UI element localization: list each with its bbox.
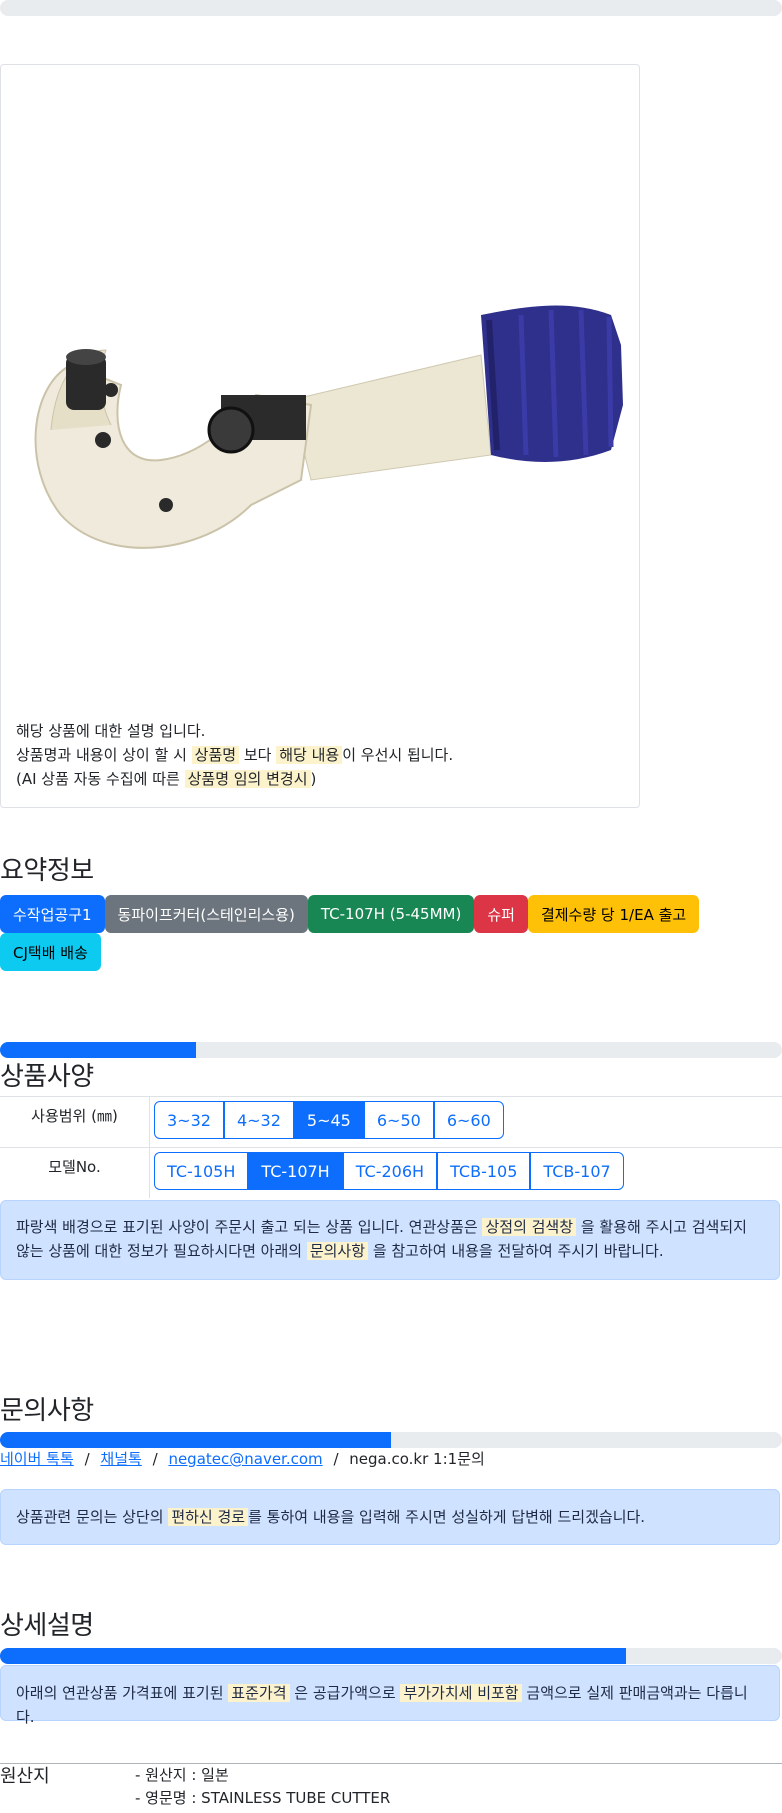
range-option-3-32[interactable]: 3~32	[154, 1101, 224, 1139]
origin-label: 원산지	[0, 1766, 50, 1787]
spec-row-range: 사용범위 (㎜) 3~32 4~32 5~45 6~50 6~60	[0, 1097, 782, 1148]
model-option-tcb-107[interactable]: TCB-107	[530, 1152, 624, 1190]
model-label: 모델No.	[0, 1148, 150, 1198]
detail-title: 상세설명	[0, 1611, 94, 1641]
inquiry-notice: 상품관련 문의는 상단의 편하신 경로 를 통하여 내용을 입력해 주시면 성실하…	[0, 1489, 780, 1545]
range-option-4-32[interactable]: 4~32	[223, 1101, 294, 1139]
detail-progress-bar	[0, 1648, 782, 1664]
badge-quantity: 결제수량 당 1/EA 출고	[527, 895, 700, 933]
summary-title: 요약정보	[0, 856, 94, 886]
badge-shipping: CJ택배 배송	[0, 933, 101, 971]
email-link[interactable]: negatec@naver.com	[168, 1450, 322, 1468]
inquiry-progress-bar	[0, 1432, 782, 1448]
product-desc-line3: (AI 상품 자동 수집에 따른 상품명 임의 변경시)	[16, 770, 317, 788]
model-option-tcb-105[interactable]: TCB-105	[437, 1152, 531, 1190]
range-option-6-50[interactable]: 6~50	[363, 1101, 434, 1139]
naver-talk-link[interactable]: 네이버 톡톡	[0, 1450, 74, 1468]
badge-product-type: 동파이프커터(스테인리스용)	[104, 895, 308, 933]
channel-talk-link[interactable]: 채널톡	[100, 1450, 141, 1468]
range-option-6-60[interactable]: 6~60	[433, 1101, 504, 1139]
site-inquiry-text: nega.co.kr 1:1문의	[349, 1450, 485, 1468]
tube-cutter-image	[34, 305, 623, 549]
model-options: TC-105H TC-107H TC-206H TCB-105 TCB-107	[150, 1148, 628, 1198]
model-option-tc-107h[interactable]: TC-107H	[248, 1152, 343, 1190]
separator: /	[84, 1450, 90, 1468]
spec-title: 상품사양	[0, 1062, 94, 1092]
spec-notice: 파랑색 배경으로 표기된 사양이 주문시 출고 되는 상품 입니다. 연관상품은…	[0, 1200, 780, 1280]
origin-country: - 원산지 : 일본	[135, 1766, 229, 1784]
origin-english-name: - 영문명 : STAINLESS TUBE CUTTER	[135, 1789, 391, 1807]
inquiry-links: 네이버 톡톡 / 채널톡 / negatec@naver.com / nega.…	[0, 1448, 485, 1469]
spec-progress-bar	[0, 1042, 782, 1058]
badge-category: 수작업공구1	[0, 895, 105, 933]
spec-table: 사용범위 (㎜) 3~32 4~32 5~45 6~50 6~60 모델No. …	[0, 1096, 782, 1199]
badge-brand: 슈퍼	[474, 895, 528, 933]
model-option-tc-206h[interactable]: TC-206H	[342, 1152, 438, 1190]
product-desc-line1: 해당 상품에 대한 설명 입니다.	[16, 722, 206, 740]
range-option-5-45[interactable]: 5~45	[293, 1101, 364, 1139]
inquiry-progress-fill	[0, 1432, 391, 1448]
spec-row-model: 모델No. TC-105H TC-107H TC-206H TCB-105 TC…	[0, 1148, 782, 1198]
product-card: 해당 상품에 대한 설명 입니다. 상품명과 내용이 상이 할 시 상품명 보다…	[0, 64, 640, 808]
range-options: 3~32 4~32 5~45 6~50 6~60	[150, 1097, 508, 1147]
summary-badges: 수작업공구1 동파이프커터(스테인리스용) TC-107H (5-45MM) 슈…	[0, 895, 782, 971]
origin-divider	[0, 1763, 782, 1764]
origin-info: - 원산지 : 일본 - 영문명 : STAINLESS TUBE CUTTER	[135, 1764, 390, 1810]
separator: /	[333, 1450, 339, 1468]
top-progress-bar	[0, 0, 782, 16]
inquiry-title: 문의사항	[0, 1396, 94, 1426]
product-desc-line2: 상품명과 내용이 상이 할 시 상품명 보다 해당 내용 이 우선시 됩니다.	[16, 746, 454, 764]
detail-notice: 아래의 연관상품 가격표에 표기된 표준가격 은 공급가액으로 부가가치세 비포…	[0, 1665, 780, 1726]
range-label: 사용범위 (㎜)	[0, 1097, 150, 1147]
separator: /	[152, 1450, 158, 1468]
badge-model: TC-107H (5-45MM)	[307, 895, 475, 933]
model-option-tc-105h[interactable]: TC-105H	[154, 1152, 249, 1190]
detail-progress-fill	[0, 1648, 626, 1664]
